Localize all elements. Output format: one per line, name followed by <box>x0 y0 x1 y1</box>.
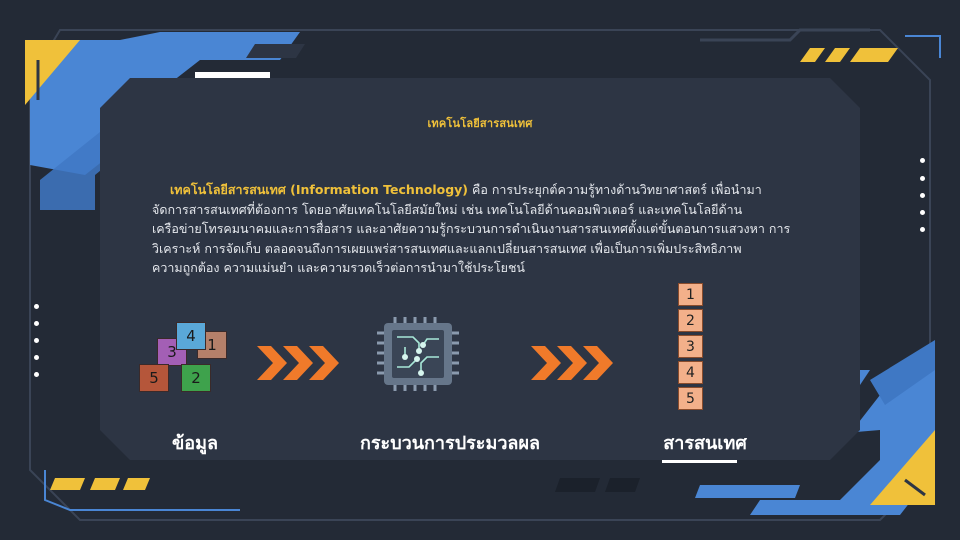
paragraph-line: วิเคราะห์ การจัดเก็บ ตลอดจนถึงการเผยแพร่… <box>152 240 742 256</box>
slide-title: เทคโนโลยีสารสนเทศ <box>427 117 533 130</box>
paragraph-line: เครือข่ายโทรคมนาคมและการสื่อสาร และอาศัย… <box>152 221 791 236</box>
cube-2: 2 <box>181 364 211 392</box>
definition-paragraph: เทคโนโลยีสารสนเทศ (Information Technolog… <box>152 180 812 278</box>
chevron-arrow-icon <box>257 346 339 380</box>
cube-5: 5 <box>139 364 169 392</box>
paragraph-line: ความถูกต้อง ความแม่นยำ และความรวดเร็วต่อ… <box>152 260 525 275</box>
process-label: กระบวนการประมวลผล <box>359 433 541 454</box>
paragraph-line: จัดการสารสนเทศที่ต้องการ โดยอาศัยเทคโนโล… <box>152 201 743 217</box>
data-label: ข้อมูล <box>171 433 218 454</box>
stack-item: 5 <box>678 387 703 410</box>
information-label: สารสนเทศ <box>663 433 747 454</box>
cube-4: 4 <box>176 322 206 350</box>
highlight-term: เทคโนโลยีสารสนเทศ (Information Technolog… <box>170 182 468 197</box>
chevron-arrow-icon <box>531 346 613 380</box>
stack-item: 1 <box>678 283 703 306</box>
stack-item: 2 <box>678 309 703 332</box>
cpu-chip-icon <box>377 317 459 391</box>
paragraph-line: คือ การประยุกต์ความรู้ทางด้านวิทยาศาสตร์… <box>468 182 762 197</box>
stack-item: 4 <box>678 361 703 384</box>
stack-item: 3 <box>678 335 703 358</box>
